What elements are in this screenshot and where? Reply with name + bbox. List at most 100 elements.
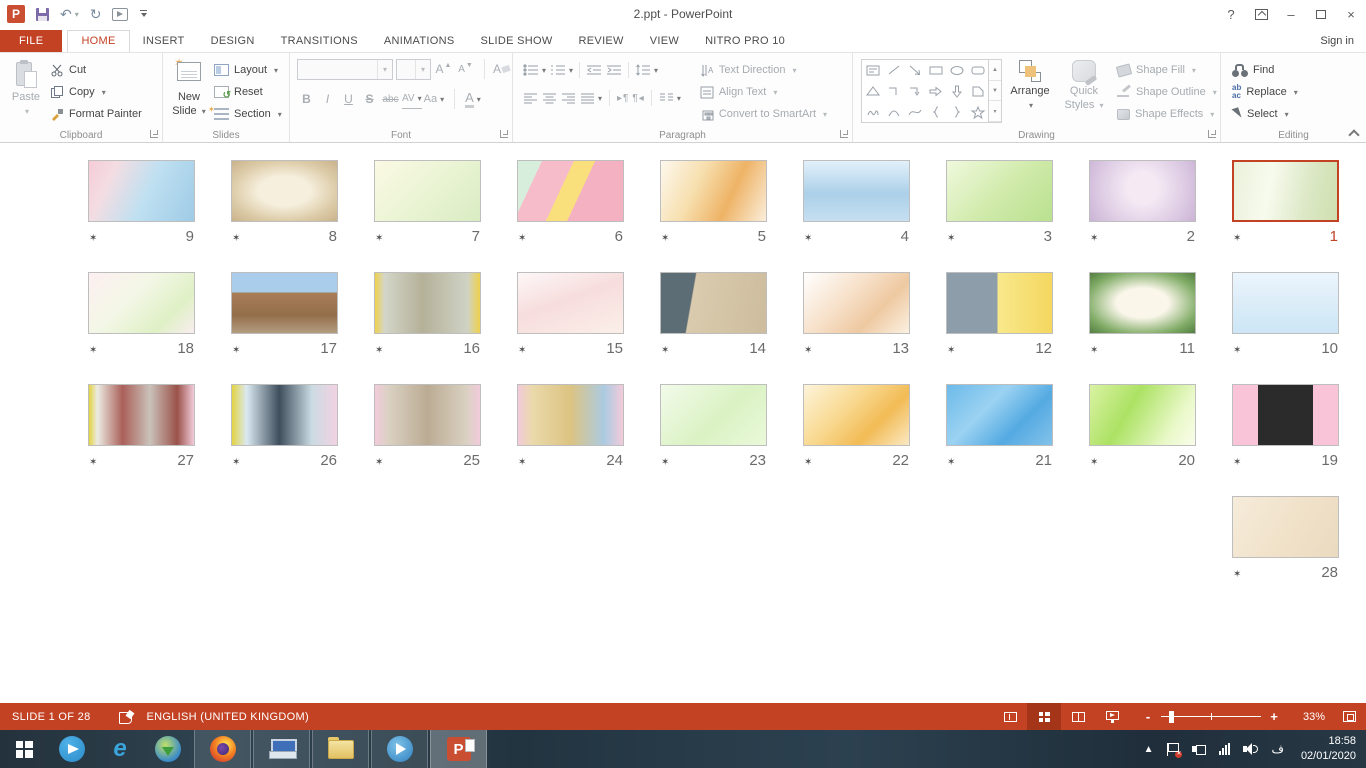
shape-outline-button[interactable]: Shape Outline▾ bbox=[1114, 81, 1220, 103]
slide-image-18[interactable] bbox=[88, 272, 195, 334]
transition-star-icon[interactable]: ✶ bbox=[232, 345, 240, 356]
new-slide-button[interactable]: ✶ NewSlide ▾ bbox=[167, 57, 211, 125]
volume-icon[interactable] bbox=[1243, 743, 1258, 755]
action-center-flag-icon[interactable]: ✕ bbox=[1166, 743, 1179, 756]
slide-thumbnail-21[interactable]: ✶21 bbox=[946, 384, 1053, 496]
transition-star-icon[interactable]: ✶ bbox=[375, 345, 383, 356]
copy-button[interactable]: Copy▾ bbox=[47, 81, 145, 103]
slide-image-24[interactable] bbox=[517, 384, 624, 446]
shape-line[interactable] bbox=[886, 63, 902, 77]
tab-transitions[interactable]: TRANSITIONS bbox=[268, 30, 371, 52]
slide-thumbnail-23[interactable]: ✶23 bbox=[660, 384, 767, 496]
transition-star-icon[interactable]: ✶ bbox=[804, 233, 812, 244]
slide-thumbnail-18[interactable]: ✶18 bbox=[88, 272, 195, 384]
save-icon[interactable] bbox=[36, 8, 49, 21]
zoom-in-button[interactable]: + bbox=[1265, 709, 1283, 724]
zoom-percentage[interactable]: 33% bbox=[1283, 711, 1325, 723]
convert-to-smartart-button[interactable]: Convert to SmartArt▾ bbox=[697, 103, 830, 125]
shape-scribble[interactable] bbox=[865, 105, 881, 119]
tab-home[interactable]: HOME bbox=[67, 30, 129, 53]
slide-thumbnail-14[interactable]: ✶14 bbox=[660, 272, 767, 384]
transition-star-icon[interactable]: ✶ bbox=[661, 345, 669, 356]
redo-icon[interactable]: ↻ bbox=[90, 7, 102, 21]
transition-star-icon[interactable]: ✶ bbox=[1090, 345, 1098, 356]
slide-image-7[interactable] bbox=[374, 160, 481, 222]
close-button[interactable]: × bbox=[1336, 2, 1366, 26]
ltr-direction-button[interactable]: ▸¶ bbox=[615, 88, 630, 108]
layout-button[interactable]: Layout▾ bbox=[211, 59, 285, 81]
taskbar-file-explorer[interactable] bbox=[312, 730, 369, 768]
font-name-combo[interactable]: ▾ bbox=[297, 59, 393, 80]
slide-thumbnail-17[interactable]: ✶17 bbox=[231, 272, 338, 384]
replace-button[interactable]: abacReplace▾ bbox=[1229, 81, 1366, 103]
clear-formatting-button[interactable]: A bbox=[484, 59, 510, 79]
spell-check-icon[interactable] bbox=[119, 711, 133, 723]
shrink-font-button[interactable]: A▼ bbox=[456, 59, 475, 79]
reset-button[interactable]: Reset bbox=[211, 81, 285, 103]
clipboard-dialog-launcher[interactable] bbox=[150, 130, 158, 138]
bullets-button[interactable]: ▾ bbox=[521, 60, 548, 80]
help-button[interactable]: ? bbox=[1216, 2, 1246, 26]
transition-star-icon[interactable]: ✶ bbox=[89, 233, 97, 244]
reading-view-button[interactable] bbox=[1061, 703, 1095, 730]
slide-thumbnail-26[interactable]: ✶26 bbox=[231, 384, 338, 496]
shape-oval[interactable] bbox=[949, 63, 965, 77]
transition-star-icon[interactable]: ✶ bbox=[375, 233, 383, 244]
taskbar-clock[interactable]: 18:5802/01/2020 bbox=[1297, 734, 1356, 764]
slide-image-25[interactable] bbox=[374, 384, 481, 446]
slide-thumbnail-6[interactable]: ✶6 bbox=[517, 160, 624, 272]
slide-thumbnail-8[interactable]: ✶8 bbox=[231, 160, 338, 272]
slide-image-16[interactable] bbox=[374, 272, 481, 334]
transition-star-icon[interactable]: ✶ bbox=[232, 233, 240, 244]
zoom-out-button[interactable]: - bbox=[1139, 709, 1157, 724]
slide-thumbnail-24[interactable]: ✶24 bbox=[517, 384, 624, 496]
character-spacing-button[interactable]: AV▾ bbox=[402, 89, 422, 109]
slide-thumbnail-7[interactable]: ✶7 bbox=[374, 160, 481, 272]
grow-font-button[interactable]: A▲ bbox=[434, 59, 453, 79]
taskbar-telegram[interactable] bbox=[48, 730, 96, 768]
shape-right-arrow[interactable] bbox=[928, 84, 944, 98]
slide-image-9[interactable] bbox=[88, 160, 195, 222]
bold-button[interactable]: B bbox=[297, 89, 316, 109]
slide-counter[interactable]: SLIDE 1 OF 28 bbox=[0, 711, 91, 723]
align-text-button[interactable]: Align Text▾ bbox=[697, 81, 830, 103]
power-plug-icon[interactable] bbox=[1192, 744, 1206, 754]
shape-elbow-arrow-connector[interactable] bbox=[907, 84, 923, 98]
tab-design[interactable]: DESIGN bbox=[198, 30, 268, 52]
text-direction-button[interactable]: AText Direction▾ bbox=[697, 59, 830, 81]
shape-rectangle[interactable] bbox=[928, 63, 944, 77]
format-painter-button[interactable]: Format Painter bbox=[47, 103, 145, 125]
transition-star-icon[interactable]: ✶ bbox=[1090, 457, 1098, 468]
shapes-gallery-scrollbar[interactable]: ▲ ▼ ▾ bbox=[989, 59, 1002, 123]
drawing-dialog-launcher[interactable] bbox=[1208, 130, 1216, 138]
justify-button[interactable]: ▾ bbox=[578, 88, 604, 108]
start-button[interactable] bbox=[0, 730, 48, 768]
slide-thumbnail-25[interactable]: ✶25 bbox=[374, 384, 481, 496]
tab-review[interactable]: REVIEW bbox=[566, 30, 637, 52]
rtl-direction-button[interactable]: ¶◂ bbox=[630, 88, 645, 108]
undo-dropdown-icon[interactable]: ▾ bbox=[75, 10, 79, 19]
line-spacing-button[interactable]: ▾ bbox=[633, 60, 660, 80]
taskbar-internet-explorer[interactable]: e bbox=[96, 730, 144, 768]
network-signal-icon[interactable] bbox=[1219, 743, 1230, 755]
tab-insert[interactable]: INSERT bbox=[130, 30, 198, 52]
slide-thumbnail-9[interactable]: ✶9 bbox=[88, 160, 195, 272]
transition-star-icon[interactable]: ✶ bbox=[375, 457, 383, 468]
slide-thumbnail-20[interactable]: ✶20 bbox=[1089, 384, 1196, 496]
shape-triangle[interactable] bbox=[865, 84, 881, 98]
shapes-gallery[interactable] bbox=[861, 59, 989, 123]
slide-image-2[interactable] bbox=[1089, 160, 1196, 222]
normal-view-button[interactable] bbox=[993, 703, 1027, 730]
slide-image-12[interactable] bbox=[946, 272, 1053, 334]
collapse-ribbon-button[interactable] bbox=[1349, 128, 1357, 136]
slide-image-26[interactable] bbox=[231, 384, 338, 446]
font-color-button[interactable]: A▾ bbox=[454, 89, 481, 109]
tab-slide-show[interactable]: SLIDE SHOW bbox=[467, 30, 565, 52]
taskbar-media-player[interactable] bbox=[371, 730, 428, 768]
shapes-scroll-up[interactable]: ▲ bbox=[989, 60, 1001, 81]
taskbar-powerpoint-active[interactable]: P bbox=[430, 730, 487, 768]
shapes-more[interactable]: ▾ bbox=[989, 101, 1001, 122]
slide-image-15[interactable] bbox=[517, 272, 624, 334]
slide-thumbnail-3[interactable]: ✶3 bbox=[946, 160, 1053, 272]
sign-in-link[interactable]: Sign in bbox=[1320, 35, 1366, 52]
